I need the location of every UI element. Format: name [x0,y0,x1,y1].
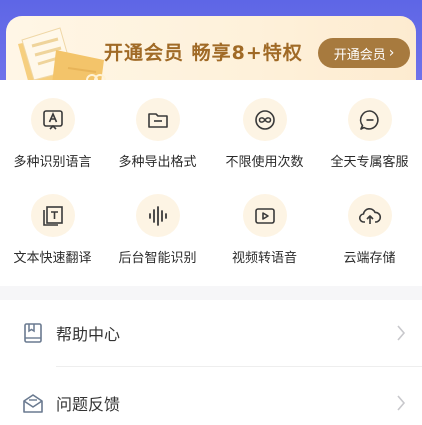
cloud-upload-icon [347,194,392,237]
menu-label-feedback: 问题反馈 [56,395,121,414]
video-play-icon [242,194,287,237]
feature-grid: 多种识别语言 多种导出格式 不限使用次数 全天专属客服 文本快速翻译 后台智能识… [0,80,422,286]
infinity-icon [242,98,287,141]
audio-wave-icon [135,194,180,237]
vip-banner[interactable]: 开通会员 畅享8+特权 开通会员 › [6,16,416,82]
menu-item-feedback[interactable]: 问题反馈 [0,372,422,425]
feature-label: 多种识别语言 [13,155,92,170]
menu-item-help-center[interactable]: 帮助中心 [0,302,422,364]
feature-multi-language[interactable]: 多种识别语言 [0,80,105,170]
feature-text-translation[interactable]: 文本快速翻译 [0,176,105,266]
feature-label: 文本快速翻译 [13,251,92,266]
folder-icon [135,98,180,141]
feature-label: 云端存储 [343,251,396,266]
open-vip-button[interactable]: 开通会员 › [318,38,410,68]
mail-icon [23,394,43,413]
chevron-right-icon [397,325,406,341]
chat-bubble-icon [347,98,392,141]
menu-divider [56,366,422,367]
chevron-right-icon [397,395,406,411]
vip-illustration-icon [18,27,106,82]
translate-a-icon [30,98,75,141]
feature-customer-service[interactable]: 全天专属客服 [317,80,422,170]
feature-background-recognition[interactable]: 后台智能识别 [105,176,210,266]
feature-video-to-audio[interactable]: 视频转语音 [212,176,317,266]
chevron-right-icon: › [388,45,395,61]
text-t-icon [30,194,75,237]
feature-unlimited-usage[interactable]: 不限使用次数 [212,80,317,170]
menu-label-help: 帮助中心 [56,325,121,344]
feature-label: 后台智能识别 [118,251,197,266]
feature-label: 多种导出格式 [118,155,197,170]
vip-title: 开通会员 畅享8+特权 [104,42,303,64]
open-vip-button-label: 开通会员 [333,47,386,63]
feature-label: 全天专属客服 [330,155,409,170]
book-icon [24,323,42,343]
feature-cloud-storage[interactable]: 云端存储 [317,176,422,266]
feature-export-formats[interactable]: 多种导出格式 [105,80,210,170]
feature-label: 视频转语音 [231,251,297,266]
menu-list: 帮助中心 问题反馈 [0,300,422,425]
feature-label: 不限使用次数 [225,155,304,170]
